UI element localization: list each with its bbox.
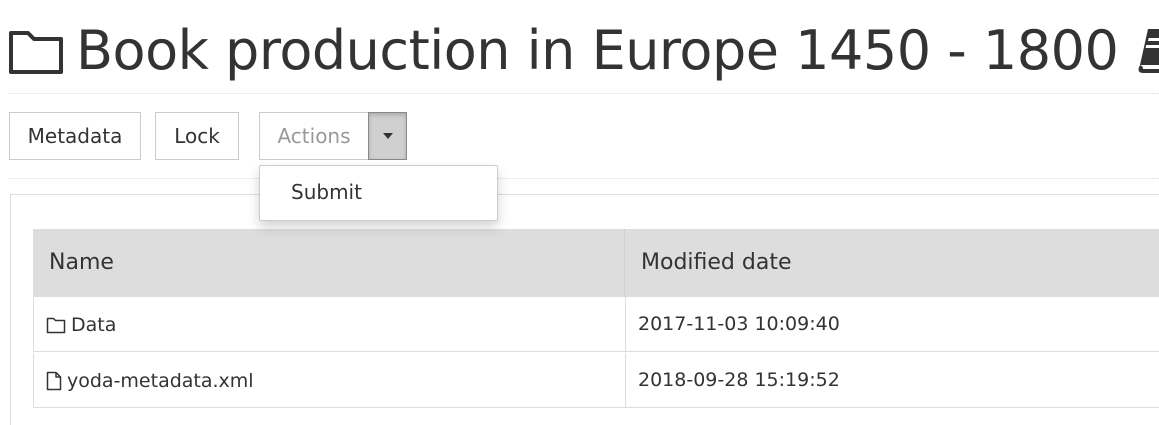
- column-divider: [624, 229, 625, 297]
- header-divider: [8, 93, 1159, 94]
- column-divider: [625, 353, 626, 407]
- folder-outline-icon: [9, 31, 63, 74]
- cell-name[interactable]: Data: [46, 297, 116, 352]
- column-header-modified-date[interactable]: Modified date: [641, 229, 791, 297]
- actions-dropdown-menu: Submit: [259, 165, 498, 221]
- caret-down-icon: [382, 133, 393, 139]
- metadata-button[interactable]: Metadata: [9, 112, 141, 160]
- folder-outline-icon: [46, 317, 66, 333]
- table-header: Name Modified date: [33, 229, 1159, 297]
- column-divider: [625, 297, 626, 351]
- menu-item-submit[interactable]: Submit: [291, 180, 362, 204]
- table-row[interactable]: Data 2017-11-03 10:09:40: [33, 297, 1159, 352]
- cell-modified-date: 2018-09-28 15:19:52: [638, 369, 840, 391]
- cell-modified-date: 2017-11-03 10:09:40: [638, 313, 840, 335]
- row-name-text: Data: [71, 313, 117, 336]
- file-outline-icon: [46, 371, 62, 390]
- row-name-text: yoda-metadata.xml: [67, 369, 254, 392]
- cell-name[interactable]: yoda-metadata.xml: [46, 353, 254, 408]
- page-title: Book production in Europe 1450 - 1800: [76, 19, 1119, 82]
- lock-button[interactable]: Lock: [155, 112, 239, 160]
- page-header: Book production in Europe 1450 - 1800: [8, 18, 1159, 84]
- book-icon: [1138, 29, 1159, 73]
- actions-dropdown-toggle[interactable]: [368, 112, 407, 160]
- column-header-name[interactable]: Name: [49, 229, 114, 297]
- toolbar-divider: [8, 178, 1159, 179]
- actions-button[interactable]: Actions: [259, 112, 369, 160]
- table-row[interactable]: yoda-metadata.xml 2018-09-28 15:19:52: [33, 353, 1159, 408]
